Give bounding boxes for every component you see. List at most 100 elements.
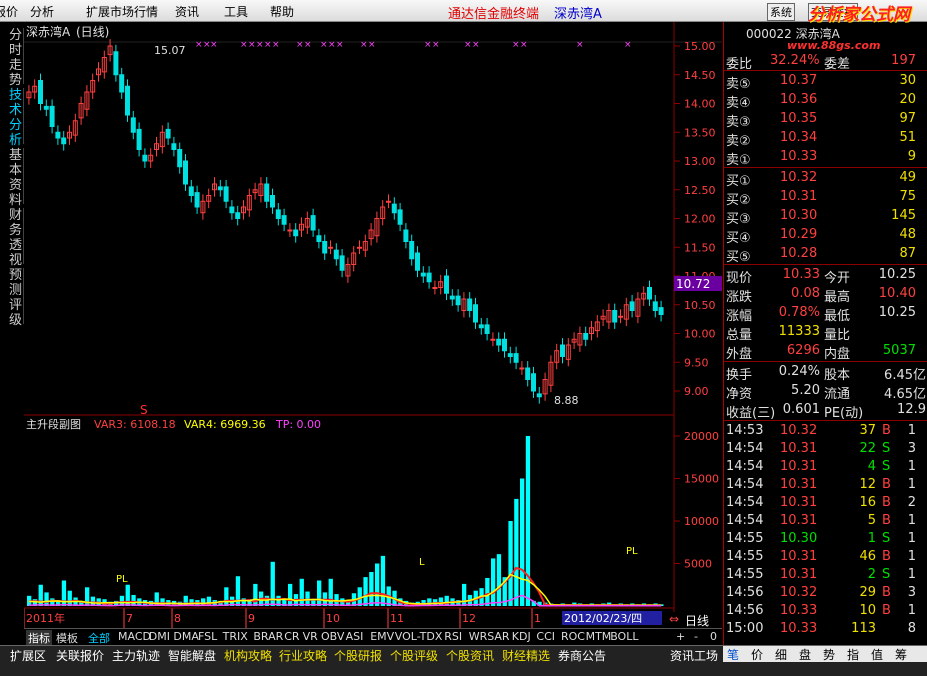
stat-value: 0.24% [778,364,820,379]
indicator-tab-dmi[interactable]: DMI [149,630,170,643]
tab-tick[interactable]: 笔 [727,646,739,663]
tab-trend[interactable]: 势 [823,646,835,663]
indicator-tab-wr[interactable]: WR [469,630,488,643]
tab-technical[interactable]: 技术分析 [0,88,24,148]
kline-chart[interactable]: × × × × × × × × × × × × × × × × × × × × × × × 深赤湾A (日线) 15.001… [24,22,722,628]
tick-count: 3 [907,585,916,600]
ask-volume: 97 [899,111,916,126]
indicator-tab-dma[interactable]: DMA [173,630,199,643]
indicator-tab-roc[interactable]: ROC [561,630,585,643]
bottom-item-news-factory[interactable]: 资讯工场 [670,647,718,664]
low-mark: 8.88 [554,394,579,407]
indicator-tab-boll[interactable]: BOLL [610,630,638,643]
tab-value[interactable]: 值 [871,646,883,663]
menu-item-help[interactable]: 帮助 [270,3,294,20]
tick-price: 10.31 [780,495,818,510]
star-marker: × [195,40,203,50]
tick-price: 10.31 [780,567,818,582]
tab-index[interactable]: 指 [847,646,859,663]
tab-chips[interactable]: 筹 [895,646,907,663]
bottom-item-stock-research[interactable]: 个股研报 [334,647,382,664]
menu-bar: 报价 分析 扩展市场行情 资讯 工具 帮助 通达信金融终端 深赤湾A 系统 交易… [0,0,927,22]
indicator-tab-brar[interactable]: BRAR [253,630,283,643]
menu-item-news[interactable]: 资讯 [175,3,199,20]
system-button[interactable]: 系统 [767,3,795,21]
tab-order[interactable]: 盘 [799,646,811,663]
indicator-tab-rsi[interactable]: RSI [444,630,462,643]
bottom-item-industry[interactable]: 行业攻略 [279,647,327,664]
indicator-tab-cci[interactable]: CCI [536,630,555,643]
tick-price: 10.31 [780,459,818,474]
indicator-tab-emv[interactable]: EMV [370,630,394,643]
tab-intraday[interactable]: 分时走势 [0,28,24,88]
tab-rating[interactable]: 预测评级 [0,268,24,328]
bottom-item-extension[interactable]: 扩展区 [10,647,46,664]
indicator-tab-mtm[interactable]: MTM [586,630,612,643]
tab-all[interactable]: 全部 [88,630,110,646]
ask-volume: 9 [907,149,916,164]
indicator-tab-sar[interactable]: SAR [487,630,509,643]
bottom-item-related-quotes[interactable]: 关联报价 [56,647,104,664]
volume-bar [496,554,502,606]
menu-item-tools[interactable]: 工具 [224,3,248,20]
indicator-tab-kdj[interactable]: KDJ [512,630,531,643]
tab-fundamentals[interactable]: 基本资料 [0,148,24,208]
tab-template[interactable]: 模板 [56,630,78,646]
tick-time: 15:00 [726,621,764,636]
tick-row: 14:55 10.31 2 S 1 [724,566,927,585]
zoom-reset-button[interactable]: 0 [710,630,717,643]
candle-body [264,183,270,202]
period-selector[interactable]: ⇔ 日线 [667,612,723,628]
candle-body [432,287,438,289]
bottom-item-institution[interactable]: 机构攻略 [224,647,272,664]
stat-label: 涨幅 [726,309,753,324]
bottom-item-finance-picks[interactable]: 财经精选 [502,647,550,664]
tab-price[interactable]: 价 [751,646,763,663]
bottom-item-broker-notice[interactable]: 券商公告 [558,647,606,664]
quote-divider [724,70,927,71]
indicator-tab-asi[interactable]: ASI [346,630,364,643]
indicator-tab-macd[interactable]: MACD [118,630,151,643]
indicator-tab-cr[interactable]: CR [284,630,299,643]
stat-value: 10.40 [878,286,916,301]
chart-area[interactable]: × × × × × × × × × × × × × × × × × × × × × × × 深赤湾A (日线) 15.00 1… [24,22,722,628]
bottom-item-main-force[interactable]: 主力轨迹 [112,647,160,664]
stat-row: 换手 0.24% 股本 6.45亿 [724,363,927,383]
tab-detail[interactable]: 细 [775,646,787,663]
candle-body [467,298,473,311]
menu-item-analysis[interactable]: 分析 [30,3,54,20]
tick-count: 1 [907,567,916,582]
menu-item-quote[interactable]: 报价 [0,3,18,20]
indicator-tp: TP: 0.00 [275,418,321,431]
candle-body [583,333,589,340]
ask-label: 卖④ [726,96,751,111]
menu-item-extended-market[interactable]: 扩展市场行情 [86,3,158,20]
bottom-item-stock-rating[interactable]: 个股评级 [390,647,438,664]
zoom-plus-button[interactable]: + [676,630,685,643]
bottom-item-stock-news[interactable]: 个股资讯 [446,647,494,664]
tab-indicator[interactable]: 指标 [26,630,52,646]
pl-label-1: PL [116,574,128,585]
tab-financials[interactable]: 财务透视 [0,208,24,268]
zoom-minus-button[interactable]: - [694,630,698,643]
bottom-item-smart-analysis[interactable]: 智能解盘 [168,647,216,664]
volume-bar [520,478,525,606]
star-marker: × [296,40,304,50]
indicator-tab-obv[interactable]: OBV [321,630,344,643]
volume-bar [299,578,304,606]
stat-row: 收益(三) 0.601 PE(动) 12.9 [724,401,927,421]
left-corner [0,628,24,645]
indicator-tab-vol-tdx[interactable]: VOL-TDX [395,630,443,643]
indicator-tab-trix[interactable]: TRIX [223,630,248,643]
tick-time: 14:55 [726,549,764,564]
volume-bar [253,583,258,606]
indicator-tab-fsl[interactable]: FSL [198,630,217,643]
bid-price: 10.28 [780,246,818,261]
tick-time: 14:54 [726,441,764,456]
stat-row: 总量 11333 量比 [724,323,927,343]
period-arrow-icon: ⇔ [669,612,680,626]
stat-label: 收益(三) [726,406,776,421]
volume-axis-label: 10000 [684,515,719,528]
star-marker: × [368,40,376,50]
indicator-tab-vr[interactable]: VR [303,630,318,643]
